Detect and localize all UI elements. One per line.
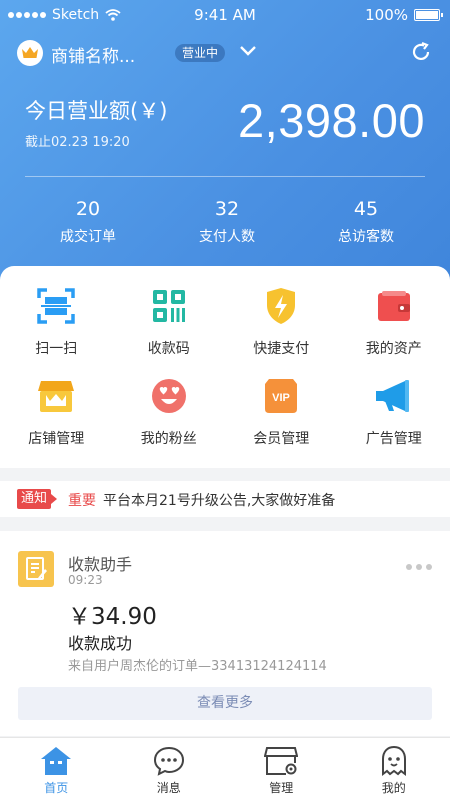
tab-label: 消息 xyxy=(156,781,181,795)
tab-home[interactable]: 首页 xyxy=(0,738,113,800)
store-icon xyxy=(36,376,76,416)
home-icon xyxy=(39,744,73,778)
message-status: 收款成功 xyxy=(68,634,133,653)
feature-label: 收款码 xyxy=(147,341,190,357)
tab-bar: 首页 消息 管理 我的 xyxy=(0,737,450,800)
tab-label: 我的 xyxy=(381,781,406,795)
ghost-icon xyxy=(377,744,411,778)
feature-label: 会员管理 xyxy=(253,431,310,447)
revenue-label: 今日营业额(￥) xyxy=(25,99,168,123)
stat-value: 20 xyxy=(75,198,101,220)
chevron-down-icon[interactable] xyxy=(239,44,257,58)
notice-text: 平台本月21号升级公告,大家做好准备 xyxy=(103,493,336,509)
message-card: 收款助手 09:23 ￥34.90 收款成功 来自用户周杰伦的订单—334131… xyxy=(0,531,450,736)
lightning-shield-icon xyxy=(261,286,301,326)
notice-important: 重要 xyxy=(68,493,96,509)
divider xyxy=(25,176,425,177)
crown-icon[interactable] xyxy=(17,40,43,66)
stat-value: 45 xyxy=(353,198,379,220)
stat-payers[interactable]: 32 支付人数 xyxy=(152,198,302,246)
message-title: 收款助手 xyxy=(68,555,133,574)
scan-icon xyxy=(36,286,76,326)
status-bar: Sketch 9:41 AM 100% xyxy=(0,0,450,30)
message-time: 09:23 xyxy=(68,573,103,587)
battery-icon xyxy=(414,9,443,21)
manage-store-icon xyxy=(264,744,299,778)
header: Sketch 9:41 AM 100% 商铺名称... 营业中 今日营业额(￥)… xyxy=(0,0,450,300)
stat-label: 总访客数 xyxy=(338,229,394,245)
feature-assets[interactable]: 我的资产 xyxy=(338,286,450,376)
feature-label: 广告管理 xyxy=(365,431,422,447)
stat-label: 支付人数 xyxy=(199,229,255,245)
stat-label: 成交订单 xyxy=(60,229,116,245)
feature-fans[interactable]: 我的粉丝 xyxy=(113,376,226,466)
feature-grid: 扫一扫 收款码 快捷支付 我的资产 店铺管理 我的粉丝 VIP 会员管理 广告管… xyxy=(0,286,450,466)
feature-label: 快捷支付 xyxy=(253,341,310,357)
feature-quick-pay[interactable]: 快捷支付 xyxy=(225,286,338,376)
feature-store[interactable]: 店铺管理 xyxy=(0,376,113,466)
shop-name[interactable]: 商铺名称... xyxy=(51,42,135,67)
tab-manage[interactable]: 管理 xyxy=(225,738,338,800)
stats-row: 20 成交订单 32 支付人数 45 总访客数 xyxy=(0,198,450,246)
more-options-icon[interactable] xyxy=(406,564,432,570)
feature-label: 扫一扫 xyxy=(35,341,78,357)
notice-bar[interactable]: 通知 重要 平台本月21号升级公告,大家做好准备 xyxy=(0,481,450,517)
tab-label: 首页 xyxy=(44,781,69,795)
svg-text:VIP: VIP xyxy=(272,392,290,404)
stat-visitors[interactable]: 45 总访客数 xyxy=(291,198,441,246)
feature-ads[interactable]: 广告管理 xyxy=(338,376,450,466)
notice-tag: 通知 xyxy=(17,489,58,509)
feature-label: 店铺管理 xyxy=(28,431,85,447)
battery-percent: 100% xyxy=(365,6,408,24)
revenue-time: 截止02.23 19:20 xyxy=(25,135,130,150)
vip-icon: VIP xyxy=(261,376,301,416)
shop-bar: 商铺名称... 营业中 xyxy=(17,40,433,68)
wallet-icon xyxy=(374,286,414,326)
heart-eyes-icon xyxy=(149,376,189,416)
revenue-amount: 2,398.00 xyxy=(238,94,425,147)
qr-code-icon xyxy=(149,286,189,326)
stat-value: 32 xyxy=(214,198,240,220)
refresh-icon[interactable] xyxy=(409,40,433,64)
view-more-button[interactable]: 查看更多 xyxy=(18,687,432,720)
stat-orders[interactable]: 20 成交订单 xyxy=(13,198,163,246)
feature-vip[interactable]: VIP 会员管理 xyxy=(225,376,338,466)
message-amount: ￥34.90 xyxy=(68,604,157,630)
feature-grid-card: 扫一扫 收款码 快捷支付 我的资产 店铺管理 我的粉丝 VIP 会员管理 广告管… xyxy=(0,266,450,468)
feature-qr[interactable]: 收款码 xyxy=(113,286,226,376)
chat-icon xyxy=(152,744,186,778)
receipt-icon xyxy=(18,551,54,587)
feature-label: 我的资产 xyxy=(365,341,422,357)
megaphone-icon xyxy=(374,376,414,416)
feature-scan[interactable]: 扫一扫 xyxy=(0,286,113,376)
tab-mine[interactable]: 我的 xyxy=(338,738,450,800)
tab-messages[interactable]: 消息 xyxy=(113,738,226,800)
tab-label: 管理 xyxy=(269,781,294,795)
feature-label: 我的粉丝 xyxy=(140,431,197,447)
shop-status-badge: 营业中 xyxy=(175,44,226,62)
message-source: 来自用户周杰伦的订单—33413124124114 xyxy=(68,659,327,674)
